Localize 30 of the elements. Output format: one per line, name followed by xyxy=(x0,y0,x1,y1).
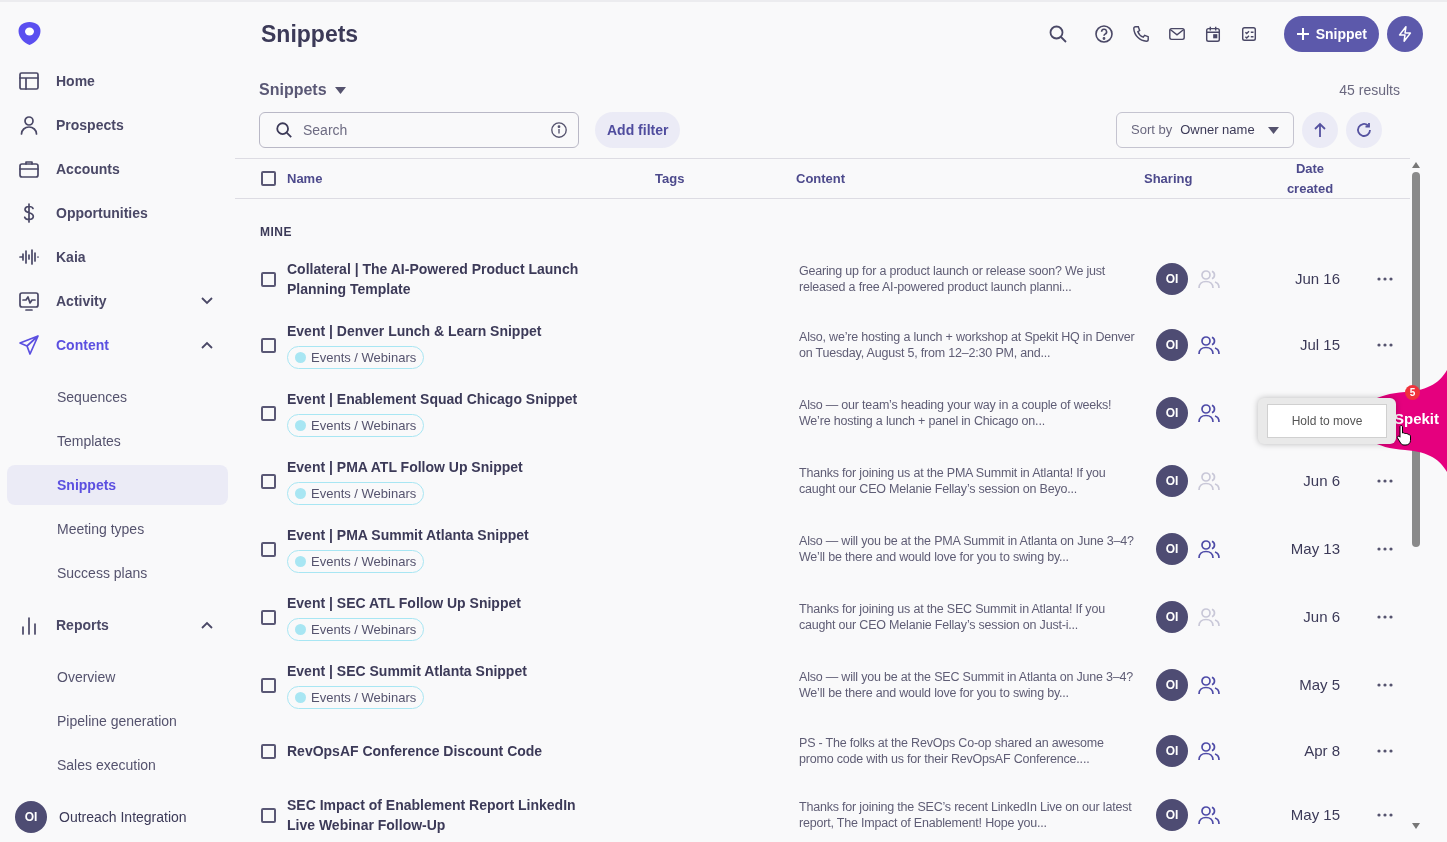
content-preview: Also, we’re hosting a lunch + workshop at Spekit HQ in Denver on Tuesday, August 5, from 12–2:30 PM, and... xyxy=(798,329,1136,361)
results-count: 45 results xyxy=(1339,80,1400,100)
date-created: Apr 8 xyxy=(1304,740,1340,761)
owner-avatar: OI xyxy=(1156,669,1188,701)
owner-avatar: OI xyxy=(1156,465,1188,497)
date-created: May 13 xyxy=(1290,538,1340,559)
page-title: Snippets xyxy=(261,19,359,49)
owner-avatar: OI xyxy=(1156,601,1188,633)
content-preview: Thanks for joining us at the PMA Summit in Atlanta! If you caught our CEO Melanie Fellay’s session on Beyo... xyxy=(798,465,1107,497)
owner-avatar: OI xyxy=(1156,735,1188,767)
date-created: May 15 xyxy=(1290,804,1340,825)
date-created: Jun 16 xyxy=(1294,268,1340,289)
date-created: May 5 xyxy=(1299,674,1340,695)
tooltip: Hold to move xyxy=(1266,404,1388,438)
owner-avatar: OI xyxy=(1156,397,1188,429)
content-preview: Also — will you be at the PMA Summit in Atlanta on June 3–4? We’ll be there and would love for you to swing by... xyxy=(798,533,1135,565)
date-created: Jun 6 xyxy=(1303,470,1340,491)
section-label: MINE xyxy=(259,224,292,241)
owner-avatar: OI xyxy=(1156,533,1188,565)
content-preview: Also — will you be at the SEC Summit in Atlanta on June 3–4? We’ll be there and would love for you to swing by... xyxy=(798,669,1135,701)
content-preview: Thanks for joining us at the SEC Summit in Atlanta! If you caught our CEO Melanie Fellay’s session on Just-i... xyxy=(798,601,1106,633)
owner-avatar: OI xyxy=(1156,799,1188,831)
content-preview: Gearing up for a product launch or release soon? We just released a free AI-powered product launch planni... xyxy=(798,263,1107,295)
content-preview: Also — our team’s heading your way in a couple of weeks! We’re hosting a lunch + panel in Chicago on... xyxy=(798,397,1113,429)
content-preview: PS - The folks at the RevOps Co-op shared an awesome promo code with us for their RevOpsAF Conference.... xyxy=(798,735,1105,767)
date-created: Jul 15 xyxy=(1299,334,1340,355)
owner-avatar: OI xyxy=(1156,329,1188,361)
date-created: Jun 6 xyxy=(1303,606,1340,627)
content-preview: Thanks for joining the SEC’s recent LinkedIn Live on our latest report, The Impact of Enablement! Hope you... xyxy=(798,799,1133,831)
owner-avatar: OI xyxy=(1156,263,1188,295)
